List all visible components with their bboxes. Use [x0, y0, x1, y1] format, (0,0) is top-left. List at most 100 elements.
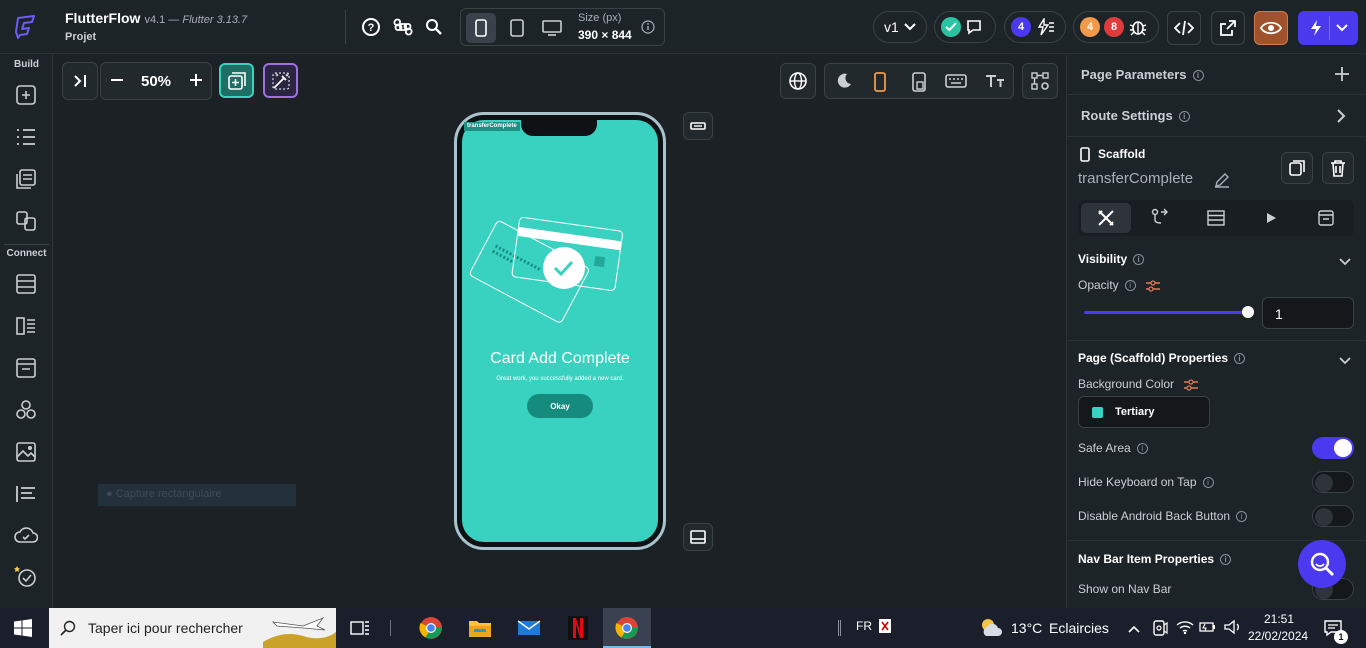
- chevron-right-icon[interactable]: [1336, 108, 1346, 129]
- tab-docs[interactable]: [1301, 203, 1351, 233]
- project-label[interactable]: Projet: [65, 31, 96, 43]
- variable-binding-icon[interactable]: [1183, 378, 1199, 396]
- text-scale-icon[interactable]: [985, 73, 1005, 94]
- battery-icon[interactable]: [1199, 620, 1217, 639]
- info-icon[interactable]: i: [1133, 254, 1145, 266]
- visibility-header[interactable]: Visibility i: [1078, 252, 1145, 266]
- collab-pill[interactable]: [934, 11, 996, 43]
- chevron-down-icon[interactable]: [1338, 353, 1352, 371]
- tab-properties[interactable]: [1081, 203, 1131, 233]
- size-value[interactable]: 390 × 844: [578, 28, 632, 42]
- image-assets-icon[interactable]: [13, 439, 39, 465]
- taskbar-search[interactable]: Taper ici pour rechercher: [49, 608, 336, 648]
- device-orientation-icon[interactable]: [873, 71, 887, 98]
- success-title[interactable]: Card Add Complete: [462, 350, 658, 368]
- page-selector-icon[interactable]: [13, 208, 39, 234]
- theme-settings-icon[interactable]: [13, 481, 39, 507]
- add-widget-icon[interactable]: [13, 82, 39, 108]
- info-icon[interactable]: i: [1236, 511, 1248, 523]
- keyboard-icon[interactable]: [945, 73, 967, 94]
- safe-area-icon[interactable]: [911, 71, 927, 98]
- chevron-down-icon[interactable]: [1338, 254, 1352, 272]
- info-icon[interactable]: i: [1136, 443, 1148, 455]
- disable-back-toggle[interactable]: [1312, 505, 1354, 527]
- chevron-down-icon[interactable]: [1335, 24, 1348, 32]
- tab-actions[interactable]: [1136, 203, 1186, 233]
- page-properties-header[interactable]: Page (Scaffold) Properties i: [1078, 351, 1246, 365]
- clock-time[interactable]: 21:51: [1264, 612, 1294, 626]
- bottom-bar-toggle-button[interactable]: [683, 523, 713, 551]
- chevron-up-icon[interactable]: [1127, 621, 1141, 639]
- opacity-input[interactable]: 1: [1262, 297, 1354, 329]
- route-settings-header[interactable]: Route Settings i: [1081, 108, 1190, 123]
- info-icon[interactable]: i: [1234, 353, 1246, 365]
- custom-code-icon[interactable]: [13, 397, 39, 423]
- task-view-icon[interactable]: [346, 614, 374, 642]
- chrome-active-icon[interactable]: [603, 608, 651, 648]
- info-icon[interactable]: i: [1124, 280, 1136, 292]
- file-explorer-icon[interactable]: [466, 614, 494, 642]
- wifi-icon[interactable]: [1176, 619, 1194, 640]
- desktop-device-icon[interactable]: [537, 13, 567, 43]
- language-button[interactable]: [780, 63, 816, 99]
- ai-generate-button[interactable]: [263, 63, 298, 98]
- windows-start-icon[interactable]: [14, 619, 32, 642]
- help-icon[interactable]: ?: [358, 14, 384, 40]
- hide-keyboard-toggle[interactable]: [1312, 471, 1354, 493]
- code-view-button[interactable]: [1167, 11, 1201, 45]
- widget-name[interactable]: transferComplete: [1078, 170, 1193, 187]
- mail-icon[interactable]: [515, 614, 543, 642]
- opacity-slider-track[interactable]: [1084, 311, 1248, 314]
- run-button[interactable]: [1298, 11, 1358, 45]
- edit-pencil-icon[interactable]: [1214, 172, 1230, 193]
- size-info-icon[interactable]: [641, 20, 655, 39]
- info-icon[interactable]: i: [1178, 111, 1190, 123]
- database-icon[interactable]: [13, 271, 39, 297]
- language-indicator[interactable]: FR: [856, 619, 872, 633]
- storyboard-icon[interactable]: [13, 166, 39, 192]
- api-calls-icon[interactable]: [13, 313, 39, 339]
- weather-icon[interactable]: [978, 616, 1004, 645]
- variable-binding-icon[interactable]: [1145, 279, 1161, 297]
- tab-animations[interactable]: [1246, 203, 1296, 233]
- delete-button[interactable]: [1322, 152, 1354, 184]
- dark-mode-icon[interactable]: [835, 72, 853, 95]
- clock-date[interactable]: 22/02/2024: [1248, 629, 1308, 643]
- widget-tree-icon[interactable]: [13, 124, 39, 150]
- netflix-icon[interactable]: [564, 614, 592, 642]
- safe-area-toggle[interactable]: [1312, 437, 1354, 459]
- okay-button[interactable]: Okay: [527, 394, 593, 418]
- speaker-icon[interactable]: [1223, 619, 1241, 640]
- zoom-out-icon[interactable]: [109, 72, 125, 93]
- zoom-in-icon[interactable]: [188, 72, 204, 93]
- nav-bar-properties-header[interactable]: Nav Bar Item Properties i: [1078, 552, 1232, 566]
- tablet-device-icon[interactable]: [502, 13, 532, 43]
- flutterflow-logo-icon[interactable]: [12, 12, 42, 42]
- opacity-slider-thumb[interactable]: [1242, 306, 1254, 318]
- background-color-picker[interactable]: Tertiary: [1078, 396, 1210, 428]
- command-icon[interactable]: [390, 14, 416, 40]
- search-icon[interactable]: [421, 14, 447, 40]
- tab-backend-query[interactable]: [1191, 203, 1241, 233]
- phone-device-icon[interactable]: [466, 13, 496, 43]
- branch-selector[interactable]: v1: [873, 11, 927, 43]
- weather-condition[interactable]: Eclaircies: [1049, 620, 1109, 636]
- meet-now-icon[interactable]: [1152, 619, 1168, 642]
- top-bar-toggle-button[interactable]: [683, 112, 713, 140]
- keyboard-layout-icon[interactable]: [878, 618, 892, 639]
- cloud-sync-icon[interactable]: [13, 523, 39, 549]
- media-assets-icon[interactable]: [13, 355, 39, 381]
- help-search-fab[interactable]: [1298, 540, 1346, 588]
- page-parameters-header[interactable]: Page Parameters i: [1081, 67, 1204, 82]
- phone-screen[interactable]: [462, 120, 658, 542]
- add-widget-canvas-button[interactable]: [219, 63, 254, 98]
- canvas-settings-button[interactable]: [1022, 63, 1058, 99]
- add-icon[interactable]: [1334, 66, 1350, 87]
- open-external-button[interactable]: [1211, 11, 1245, 45]
- temperature[interactable]: 13°C: [1011, 620, 1042, 636]
- issues-pill[interactable]: 4 8: [1073, 11, 1159, 43]
- collapse-panel-button[interactable]: [62, 62, 98, 100]
- chrome-icon[interactable]: [417, 614, 445, 642]
- actions-pill[interactable]: 4: [1004, 11, 1066, 43]
- info-icon[interactable]: i: [1202, 477, 1214, 489]
